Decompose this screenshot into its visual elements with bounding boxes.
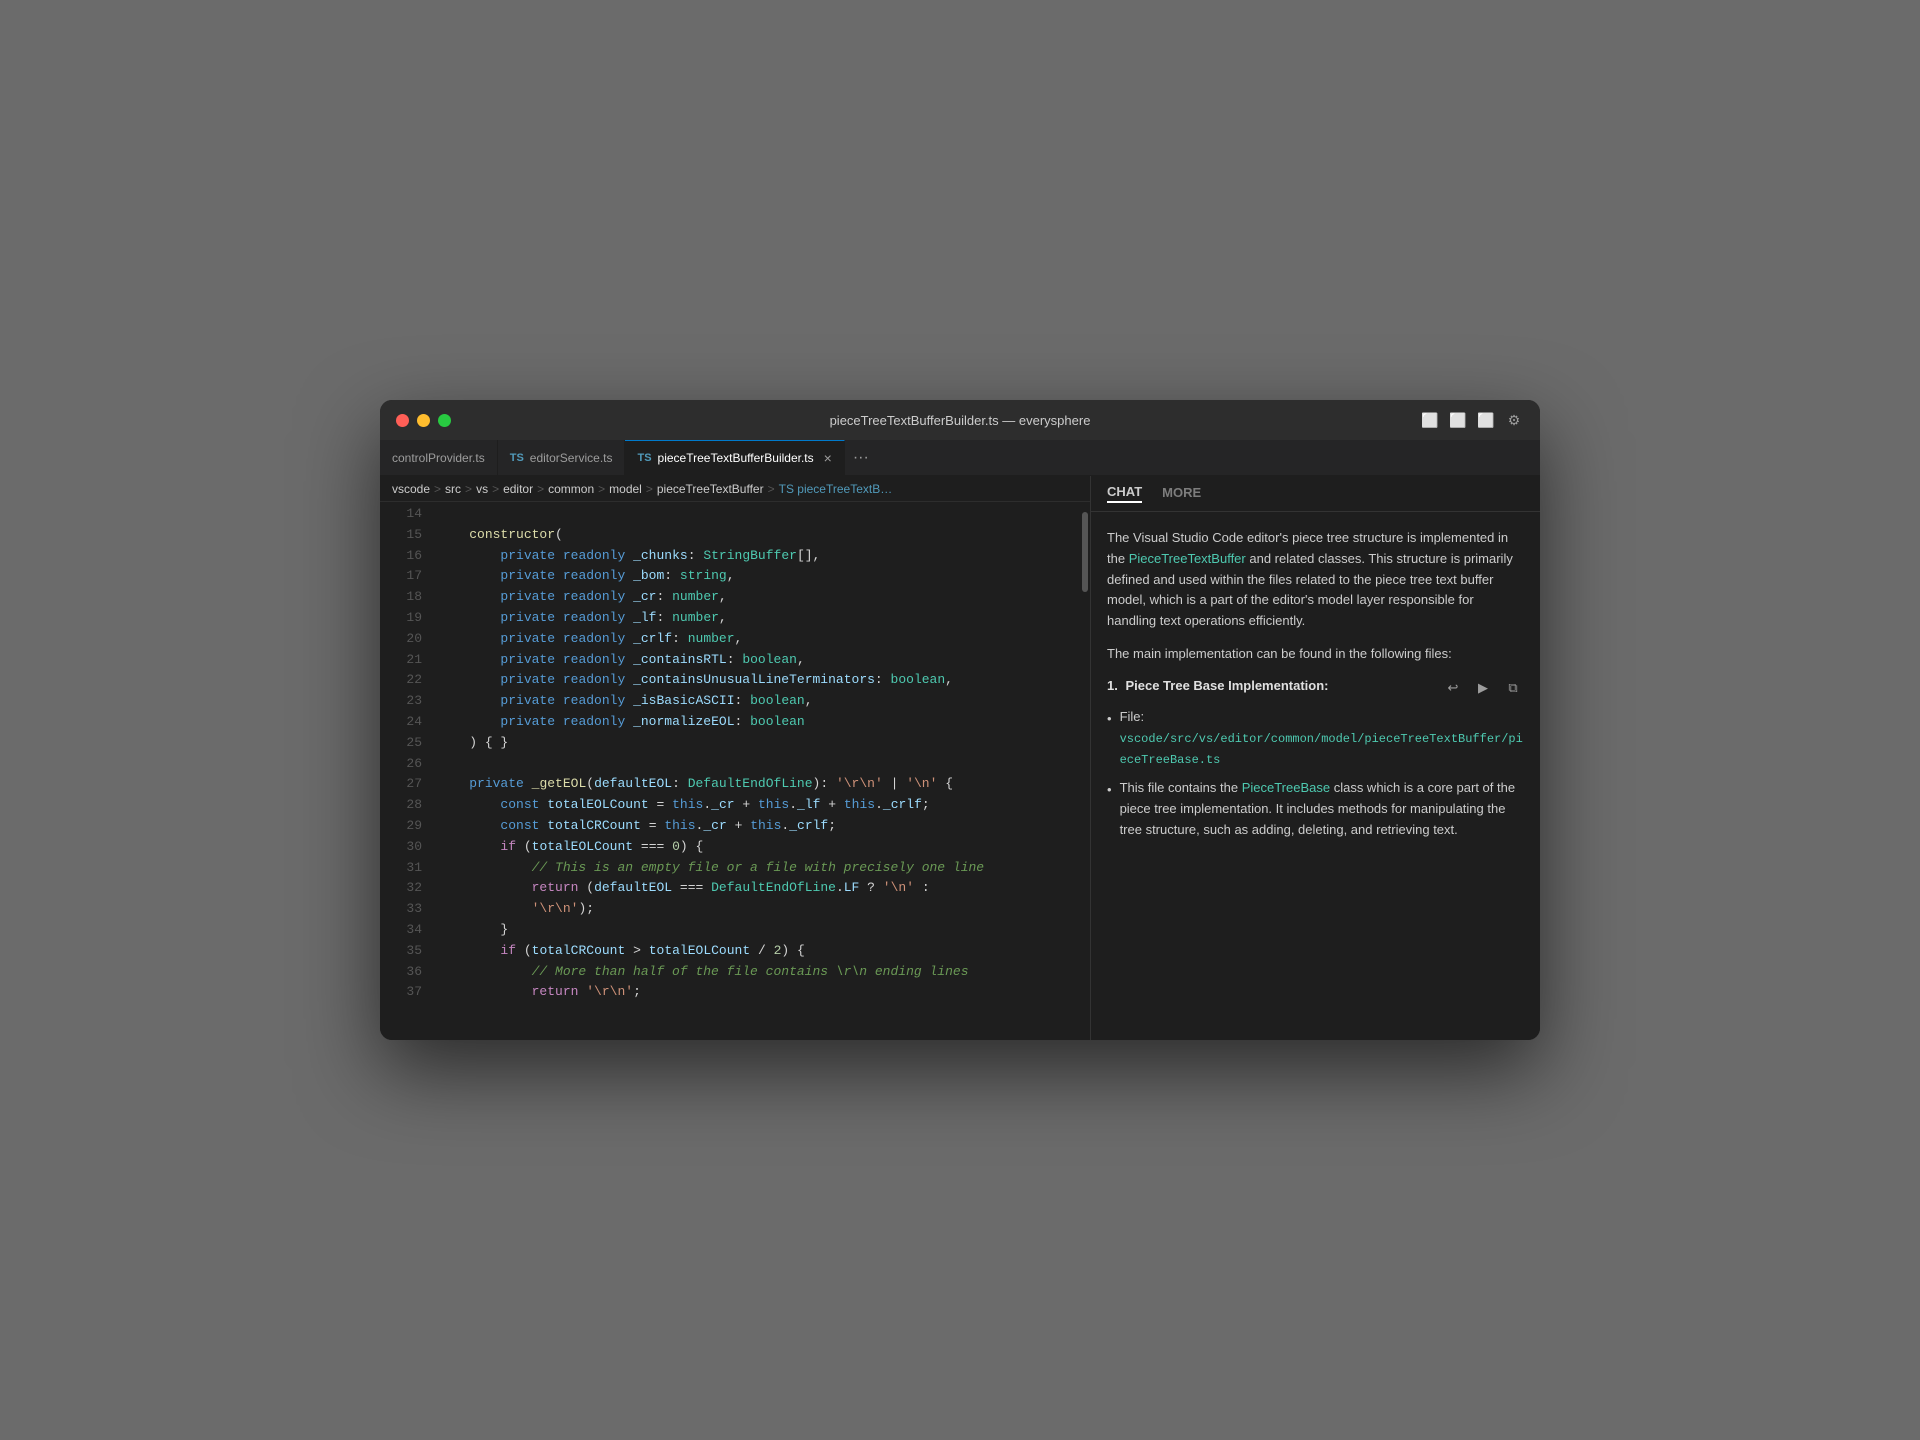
code-line-18: private readonly _cr: number, <box>438 587 1078 608</box>
section-1-title: Piece Tree Base Implementation: <box>1125 678 1328 693</box>
titlebar-actions: ⬜ ⬜ ⬜ ⚙ <box>1420 410 1524 430</box>
tabbar: controlProvider.ts TS editorService.ts T… <box>380 440 1540 476</box>
chat-panel: CHAT MORE The Visual Studio Code editor'… <box>1090 476 1540 1040</box>
piecetreebuffer-link[interactable]: PieceTreeTextBuffer <box>1129 551 1246 566</box>
code-area: 14 15 16 17 18 19 20 21 22 23 24 25 26 2… <box>380 502 1090 1040</box>
code-line-33: '\r\n'); <box>438 899 1078 920</box>
code-line-31: // This is an empty file or a file with … <box>438 858 1078 879</box>
titlebar: pieceTreeTextBufferBuilder.ts — everysph… <box>380 400 1540 440</box>
code-line-37: return '\r\n'; <box>438 982 1078 1003</box>
bc-ts-file[interactable]: TS pieceTreeTextB… <box>779 482 893 496</box>
section-1-desc-bullet: • This file contains the PieceTreeBase c… <box>1107 778 1524 840</box>
bc-src[interactable]: src <box>445 482 461 496</box>
code-line-24: private readonly _normalizeEOL: boolean <box>438 712 1078 733</box>
file-path-link[interactable]: vscode/src/vs/editor/common/model/pieceT… <box>1120 732 1523 767</box>
bc-piecetree-folder[interactable]: pieceTreeTextBuffer <box>657 482 764 496</box>
minimize-button[interactable] <box>417 414 430 427</box>
section-1-description: This file contains the PieceTreeBase cla… <box>1120 778 1524 840</box>
code-line-14 <box>438 504 1078 525</box>
app-window: pieceTreeTextBufferBuilder.ts — everysph… <box>380 400 1540 1040</box>
copy-icon[interactable]: ⧉ <box>1502 677 1524 699</box>
editor-panel: vscode > src > vs > editor > common > mo… <box>380 476 1090 1040</box>
play-icon[interactable]: ▶ <box>1472 677 1494 699</box>
split-horizontal-icon[interactable]: ⬜ <box>1448 410 1468 430</box>
file-label: File: <box>1120 709 1145 724</box>
code-line-26 <box>438 754 1078 775</box>
tab-more[interactable]: MORE <box>1162 485 1201 502</box>
tab-editorservice[interactable]: TS editorService.ts <box>498 440 626 476</box>
code-line-20: private readonly _crlf: number, <box>438 629 1078 650</box>
chat-header: CHAT MORE <box>1091 476 1540 512</box>
code-line-36: // More than half of the file contains \… <box>438 962 1078 983</box>
maximize-button[interactable] <box>438 414 451 427</box>
main-content: vscode > src > vs > editor > common > mo… <box>380 476 1540 1040</box>
code-line-28: const totalEOLCount = this._cr + this._l… <box>438 795 1078 816</box>
code-line-15: constructor( <box>438 525 1078 546</box>
code-line-23: private readonly _isBasicASCII: boolean, <box>438 691 1078 712</box>
code-line-21: private readonly _containsRTL: boolean, <box>438 650 1078 671</box>
section-1-header-row: 1. Piece Tree Base Implementation: ↩ ▶ ⧉ <box>1107 677 1524 699</box>
code-line-19: private readonly _lf: number, <box>438 608 1078 629</box>
code-line-17: private readonly _bom: string, <box>438 566 1078 587</box>
ts-badge: TS <box>510 452 524 464</box>
section-1-file-bullet: • File: vscode/src/vs/editor/common/mode… <box>1107 707 1524 770</box>
code-line-35: if (totalCRCount > totalEOLCount / 2) { <box>438 941 1078 962</box>
section-1: 1. Piece Tree Base Implementation: ↩ ▶ ⧉… <box>1107 677 1524 841</box>
chat-content: The Visual Studio Code editor's piece tr… <box>1091 512 1540 1040</box>
split-right-icon[interactable]: ⬜ <box>1476 410 1496 430</box>
tab-label: pieceTreeTextBufferBuilder.ts <box>658 451 814 465</box>
line-numbers: 14 15 16 17 18 19 20 21 22 23 24 25 26 2… <box>380 502 430 1040</box>
piecetreebase-link[interactable]: PieceTreeBase <box>1242 780 1330 795</box>
bc-model[interactable]: model <box>609 482 642 496</box>
tab-piecetree[interactable]: TS pieceTreeTextBufferBuilder.ts × <box>625 440 844 476</box>
code-line-30: if (totalEOLCount === 0) { <box>438 837 1078 858</box>
bc-common[interactable]: common <box>548 482 594 496</box>
code-editor[interactable]: constructor( private readonly _chunks: S… <box>430 502 1078 1040</box>
bc-vscode[interactable]: vscode <box>392 482 430 496</box>
bc-editor[interactable]: editor <box>503 482 533 496</box>
tab-overflow-icon[interactable]: ··· <box>845 449 877 467</box>
section-number-1: 1. <box>1107 678 1121 693</box>
tab-controlprovider[interactable]: controlProvider.ts <box>380 440 498 476</box>
code-line-29: const totalCRCount = this._cr + this._cr… <box>438 816 1078 837</box>
split-left-icon[interactable]: ⬜ <box>1420 410 1440 430</box>
undo-icon[interactable]: ↩ <box>1442 677 1464 699</box>
code-line-22: private readonly _containsUnusualLineTer… <box>438 670 1078 691</box>
ts-badge: TS <box>637 452 651 464</box>
close-button[interactable] <box>396 414 409 427</box>
code-line-32: return (defaultEOL === DefaultEndOfLine.… <box>438 878 1078 899</box>
editor-scrollbar[interactable] <box>1078 502 1090 1040</box>
scrollbar-thumb <box>1082 512 1088 592</box>
code-line-16: private readonly _chunks: StringBuffer[]… <box>438 546 1078 567</box>
traffic-lights <box>396 414 451 427</box>
bc-vs[interactable]: vs <box>476 482 488 496</box>
code-line-25: ) { } <box>438 733 1078 754</box>
breadcrumb: vscode > src > vs > editor > common > mo… <box>380 476 1090 502</box>
tab-label: controlProvider.ts <box>392 451 485 465</box>
chat-main-text: The main implementation can be found in … <box>1107 644 1524 665</box>
settings-icon[interactable]: ⚙ <box>1504 410 1524 430</box>
section-1-actions: ↩ ▶ ⧉ <box>1442 677 1524 699</box>
tab-label: editorService.ts <box>530 451 613 465</box>
tab-chat[interactable]: CHAT <box>1107 484 1142 503</box>
code-line-34: } <box>438 920 1078 941</box>
window-title: pieceTreeTextBufferBuilder.ts — everysph… <box>830 413 1091 428</box>
chat-intro: The Visual Studio Code editor's piece tr… <box>1107 528 1524 632</box>
code-line-27: private _getEOL(defaultEOL: DefaultEndOf… <box>438 774 1078 795</box>
tab-close-icon[interactable]: × <box>824 450 832 466</box>
